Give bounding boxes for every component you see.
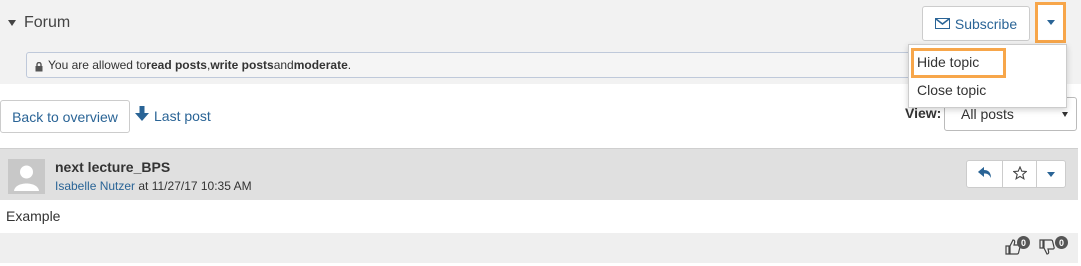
last-post-link[interactable]: Last post bbox=[135, 106, 211, 125]
forum-title: Forum bbox=[24, 14, 71, 31]
post-header: next lecture_BPS Isabelle Nutzer at 11/2… bbox=[0, 148, 1078, 200]
lock-icon bbox=[35, 61, 43, 71]
caret-down-icon bbox=[1047, 171, 1055, 177]
permission-notice: You are allowed to read posts, write pos… bbox=[26, 52, 956, 78]
reply-button[interactable] bbox=[967, 161, 1003, 187]
back-label: Back to overview bbox=[12, 108, 118, 125]
avatar bbox=[8, 159, 45, 194]
topic-menu-toggle[interactable] bbox=[1035, 2, 1066, 43]
permission-write: write posts bbox=[210, 58, 274, 72]
star-icon bbox=[1011, 165, 1028, 183]
permission-read: read posts bbox=[146, 58, 207, 72]
last-post-label: Last post bbox=[154, 107, 211, 124]
post-meta: Isabelle Nutzer at 11/27/17 10:35 AM bbox=[55, 179, 252, 193]
permission-prefix: You are allowed to bbox=[48, 58, 147, 72]
post-body: Example bbox=[6, 208, 61, 224]
post-more-button[interactable] bbox=[1037, 161, 1065, 187]
caret-down-icon bbox=[1046, 20, 1055, 25]
subscribe-button[interactable]: Subscribe bbox=[922, 6, 1030, 41]
arrow-down-icon bbox=[135, 106, 149, 125]
dislike-count-badge: 0 bbox=[1055, 236, 1068, 249]
permission-suffix: . bbox=[347, 58, 352, 72]
post-timestamp: at 11/27/17 10:35 AM bbox=[135, 179, 252, 193]
permission-moderate: moderate bbox=[293, 58, 348, 72]
like-count-badge: 0 bbox=[1017, 236, 1030, 249]
permission-sep2: and bbox=[273, 58, 294, 72]
post-action-group bbox=[966, 160, 1066, 188]
view-select-value: All posts bbox=[961, 106, 1014, 122]
select-caret-icon bbox=[1062, 112, 1068, 117]
close-topic-menu-item[interactable]: Close topic bbox=[917, 82, 986, 98]
collapse-caret-icon[interactable] bbox=[8, 20, 16, 26]
thumbs-down-icon[interactable] bbox=[1038, 238, 1056, 259]
envelope-icon bbox=[934, 18, 950, 29]
back-to-overview-button[interactable]: Back to overview bbox=[0, 100, 130, 133]
topic-dropdown-menu: Hide topic Close topic bbox=[908, 44, 1067, 108]
subscribe-label: Subscribe bbox=[954, 15, 1018, 32]
star-button[interactable] bbox=[1003, 161, 1037, 187]
post-author-link[interactable]: Isabelle Nutzer bbox=[55, 179, 135, 193]
post-title: next lecture_BPS bbox=[55, 159, 171, 175]
reply-icon bbox=[977, 166, 992, 182]
post-footer bbox=[0, 233, 1078, 263]
hide-topic-menu-item[interactable]: Hide topic bbox=[917, 54, 979, 70]
